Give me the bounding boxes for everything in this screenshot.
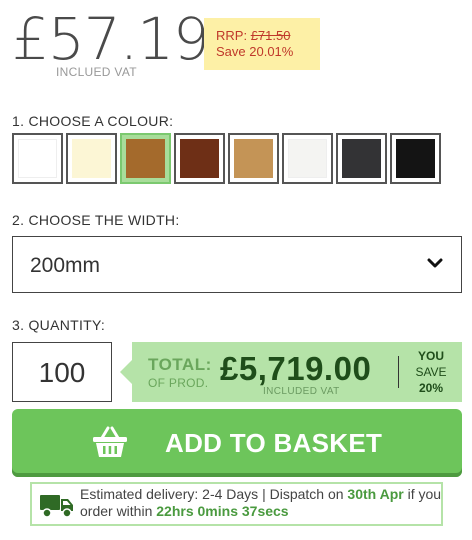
quantity-section-label: 3. QUANTITY: bbox=[12, 317, 106, 333]
swatch-fill bbox=[18, 139, 57, 178]
swatch-black-ash[interactable] bbox=[390, 133, 441, 184]
savings-line-1: YOU bbox=[417, 349, 444, 363]
price-vat-note: INCLUED VAT bbox=[56, 65, 137, 79]
rrp-badge: RRP: £71.50 Save 20.01% bbox=[204, 18, 320, 70]
total-label: TOTAL: bbox=[148, 355, 212, 374]
swatch-fill bbox=[234, 139, 273, 178]
swatch-fill bbox=[396, 139, 435, 178]
swatch-white[interactable] bbox=[12, 133, 63, 184]
rrp-save-text: Save 20.01% bbox=[216, 44, 294, 59]
truck-icon bbox=[40, 495, 73, 518]
product-price: £57.19 bbox=[12, 5, 210, 73]
width-selected-value: 200mm bbox=[30, 254, 101, 277]
swatch-fill bbox=[342, 139, 381, 178]
swatch-white-ash[interactable] bbox=[282, 133, 333, 184]
chevron-down-icon bbox=[427, 258, 443, 268]
price-header: £57.19 INCLUED VAT RRP: £71.50 Save 20.0… bbox=[12, 5, 462, 79]
total-vat-note: INCLUDED VAT bbox=[263, 386, 340, 397]
delivery-text: Estimated delivery: 2-4 Days | Dispatch … bbox=[80, 486, 442, 520]
swatch-anthracite-grey[interactable] bbox=[336, 133, 387, 184]
swatch-fill bbox=[126, 139, 165, 178]
swatch-rosewood[interactable] bbox=[174, 133, 225, 184]
total-sub-label: OF PROD. bbox=[148, 376, 209, 390]
total-divider bbox=[398, 356, 399, 388]
add-to-basket-label: ADD TO BASKET bbox=[165, 428, 383, 458]
total-savings: YOU SAVE 20% bbox=[402, 348, 460, 396]
dispatch-date: 30th Apr bbox=[347, 486, 404, 502]
quantity-input[interactable]: 100 bbox=[12, 342, 112, 402]
savings-line-2: SAVE bbox=[415, 365, 447, 379]
width-select[interactable]: 200mm bbox=[12, 236, 462, 293]
swatch-fill bbox=[180, 139, 219, 178]
swatch-golden-oak[interactable] bbox=[120, 133, 171, 184]
swatch-fill bbox=[288, 139, 327, 178]
swatch-cream[interactable] bbox=[66, 133, 117, 184]
savings-line-3: 20% bbox=[418, 381, 444, 395]
quantity-value: 100 bbox=[38, 357, 86, 388]
delivery-text-part-1: Estimated delivery: 2-4 Days | Dispatch … bbox=[80, 486, 348, 502]
total-amount: £5,719.00 bbox=[220, 350, 372, 387]
rrp-value: £71.50 bbox=[250, 28, 291, 43]
basket-icon bbox=[93, 426, 127, 457]
colour-section-label: 1. CHOOSE A COLOUR: bbox=[12, 113, 174, 129]
swatch-light-oak[interactable] bbox=[228, 133, 279, 184]
add-to-basket-button[interactable]: ADD TO BASKET bbox=[12, 409, 462, 477]
order-countdown: 22hrs 0mins 37secs bbox=[156, 503, 289, 519]
delivery-info: Estimated delivery: 2-4 Days | Dispatch … bbox=[30, 482, 443, 526]
rrp-label: RRP: bbox=[216, 28, 248, 43]
swatch-fill bbox=[72, 139, 111, 178]
width-section-label: 2. CHOOSE THE WIDTH: bbox=[12, 212, 180, 228]
